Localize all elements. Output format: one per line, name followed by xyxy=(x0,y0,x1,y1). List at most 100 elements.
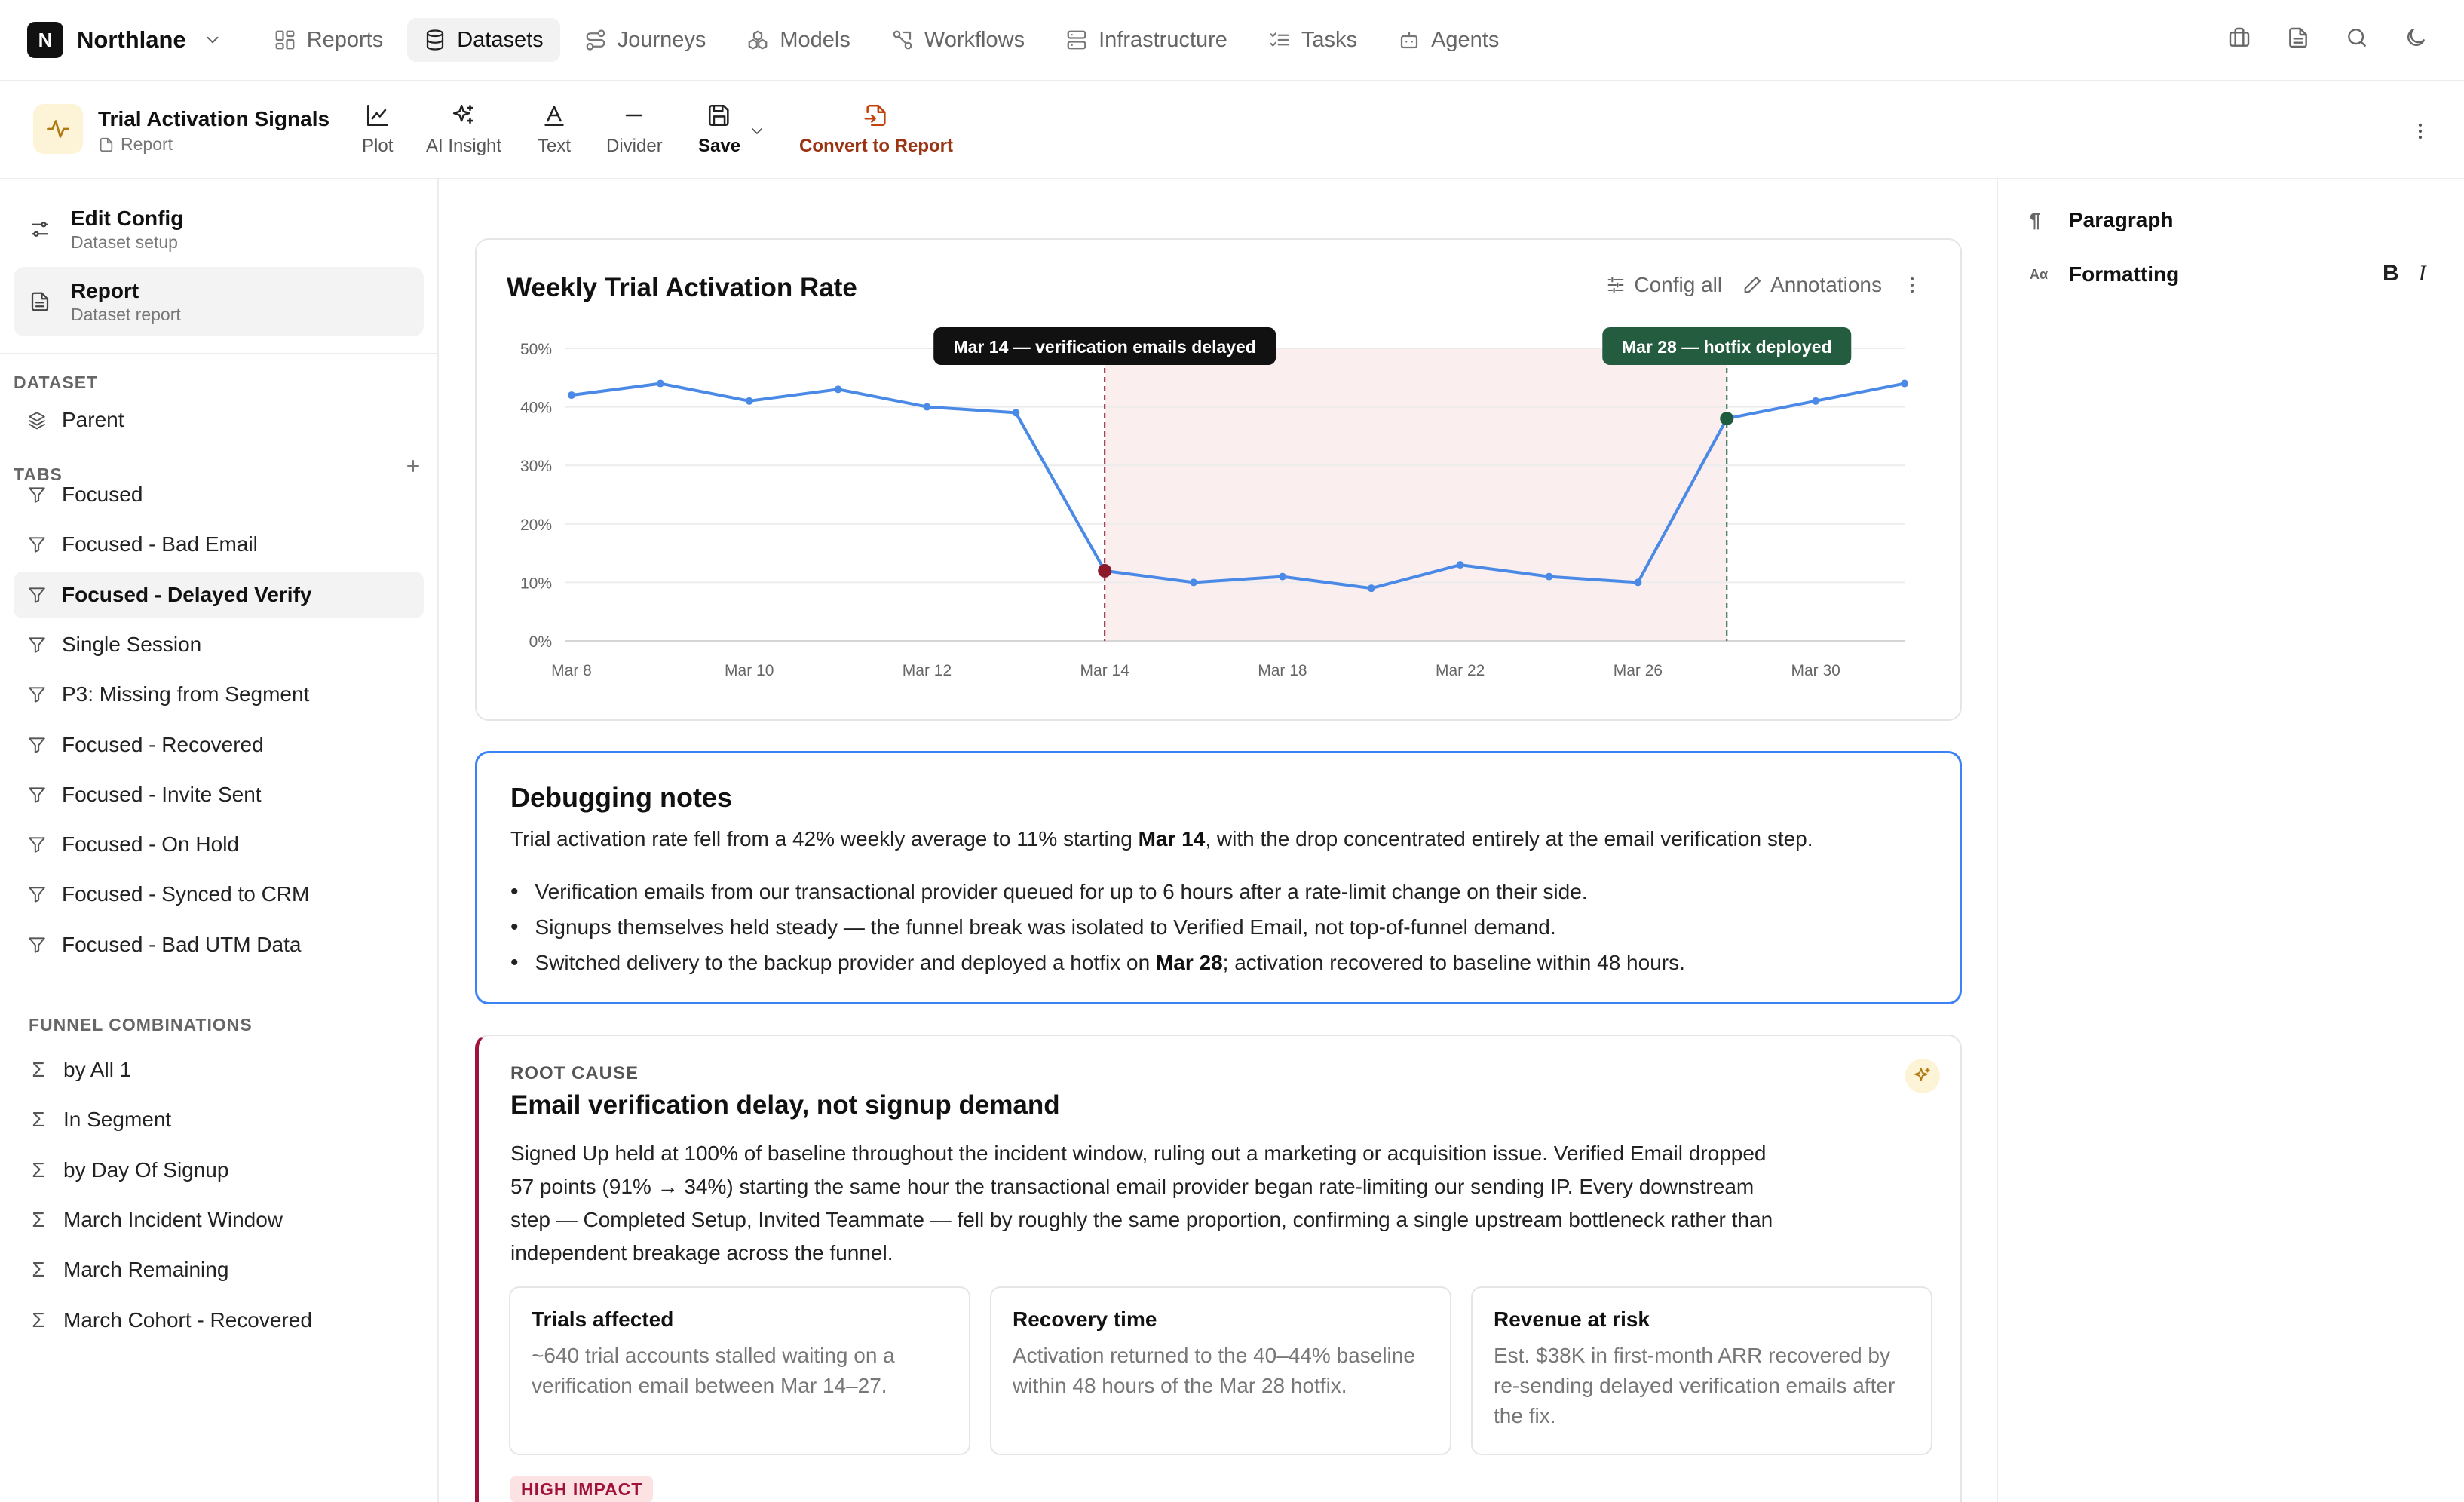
italic-button[interactable]: I xyxy=(2419,261,2426,287)
x-tick-label: Mar 12 xyxy=(903,662,952,679)
y-tick-label: 30% xyxy=(520,458,552,475)
nav-label: Agents xyxy=(1431,27,1500,52)
more-vertical-icon[interactable] xyxy=(2410,118,2431,145)
nav-label: Workflows xyxy=(924,27,1025,52)
nav-workflows[interactable]: Workflows xyxy=(875,18,1041,62)
add-plot-button[interactable]: Plot xyxy=(362,103,393,157)
bold-button[interactable]: B xyxy=(2383,261,2399,287)
chevron-down-icon xyxy=(203,30,222,50)
impact-badge: HIGH IMPACT xyxy=(510,1476,654,1502)
root-cause-insight-card: ROOT CAUSE Email verification delay, not… xyxy=(475,1035,1962,1502)
moon-icon[interactable] xyxy=(2404,26,2428,50)
sparkles-icon[interactable] xyxy=(1905,1059,1940,1093)
sidebar-item-label: by All 1 xyxy=(63,1058,132,1081)
nav-datasets[interactable]: Datasets xyxy=(407,18,560,62)
data-point xyxy=(1456,561,1464,569)
search-icon[interactable] xyxy=(2345,26,2369,50)
line-chart-icon xyxy=(365,103,391,128)
list-filter-icon xyxy=(1605,274,1626,296)
add-ai-insight-button[interactable]: AI Insight xyxy=(426,103,501,157)
sidebar-item-label: Focused - Delayed Verify xyxy=(62,583,312,606)
paragraph-style-row[interactable]: ¶ Paragraph xyxy=(2030,208,2174,232)
highlight-point xyxy=(1098,563,1112,578)
stat-title: Trials affected xyxy=(532,1307,674,1331)
document-icon[interactable] xyxy=(2286,26,2310,50)
sidebar-item-parent[interactable]: Parent xyxy=(14,397,424,443)
formatting-label: Formatting xyxy=(2069,262,2180,286)
nav-reports[interactable]: Reports xyxy=(257,18,400,62)
edit-config-item[interactable]: Edit Config Dataset setup xyxy=(14,195,424,264)
brand-logo: N xyxy=(27,22,63,58)
sidebar-funnel-item[interactable]: Σ March Remaining xyxy=(14,1246,424,1293)
save-button[interactable]: Save xyxy=(698,103,740,157)
sidebar-tab-item[interactable]: Focused - On Hold xyxy=(14,821,424,868)
sidebar-item-label: Focused - Invite Sent xyxy=(62,783,262,806)
report-toolbar: Trial Activation Signals Report Plot AI … xyxy=(0,81,2464,179)
annotation-label: Mar 14 — verification emails delayed xyxy=(953,337,1255,357)
sidebar-tab-item[interactable]: Single Session xyxy=(14,621,424,668)
report-item[interactable]: Report Dataset report xyxy=(14,267,424,336)
tool-label: Divider xyxy=(606,136,663,156)
y-tick-label: 40% xyxy=(520,400,552,417)
grid-icon xyxy=(274,29,296,51)
database-icon xyxy=(424,29,446,51)
line-chart: 0% 10% 20% 30% 40% 50% Mar 8 Mar 10 Mar 12 Mar 14… xyxy=(520,327,1908,679)
sliders-icon xyxy=(29,218,51,241)
x-tick-label: Mar 8 xyxy=(551,662,592,679)
chart-more-vertical-icon[interactable] xyxy=(1902,274,1923,296)
add-text-button[interactable]: Text xyxy=(538,103,571,157)
filter-icon xyxy=(27,535,47,554)
font-case-icon: Aα xyxy=(2030,266,2049,282)
add-divider-button[interactable]: Divider xyxy=(606,103,663,157)
sidebar-tab-item[interactable]: Focused - Invite Sent xyxy=(14,771,424,818)
debugging-notes-card[interactable]: Debugging notes Trial activation rate fe… xyxy=(475,751,1962,1004)
workflow-icon xyxy=(891,29,914,51)
sidebar-tab-item[interactable]: Focused - Bad UTM Data xyxy=(14,921,424,968)
sigma-icon: Σ xyxy=(32,1208,45,1231)
nav-agents[interactable]: Agents xyxy=(1381,18,1515,62)
sidebar-item-label: March Incident Window xyxy=(63,1208,283,1231)
sidebar-funnel-item[interactable]: Σby Day Of Signup xyxy=(14,1147,424,1194)
stat-body: Est. $38K in first-month ARR recovered b… xyxy=(1494,1344,1896,1427)
nav-tasks[interactable]: Tasks xyxy=(1252,18,1374,62)
report-title: Trial Activation Signals xyxy=(98,107,330,130)
sidebar-tab-item[interactable]: Focused - Bad Email xyxy=(14,521,424,568)
save-icon xyxy=(706,103,732,128)
nav-models[interactable]: Models xyxy=(730,18,867,62)
sidebar-item-label: Focused - Synced to CRM xyxy=(62,882,310,906)
stat-card-revenue-at-risk: Revenue at risk Est. $38K in first-month… xyxy=(1471,1286,1932,1455)
sidebar-funnel-item[interactable]: Σ In Segment xyxy=(14,1096,424,1143)
briefcase-icon[interactable] xyxy=(2227,26,2251,50)
save-options-chevron-icon[interactable] xyxy=(748,122,766,140)
incident-shaded-region xyxy=(1105,348,1727,641)
convert-to-report-button[interactable]: Convert to Report xyxy=(799,103,953,157)
sidebar-item-label: Focused - Bad UTM Data xyxy=(62,933,302,956)
nav-infrastructure[interactable]: Infrastructure xyxy=(1049,18,1244,62)
notes-bullet-list: Verification emails from our transaction… xyxy=(510,874,1685,980)
sidebar-funnel-item[interactable]: Σ March Cohort - Recovered xyxy=(14,1297,424,1344)
sigma-icon: Σ xyxy=(32,1108,45,1131)
stat-title: Recovery time xyxy=(1013,1307,1157,1331)
config-all-button[interactable]: Config all xyxy=(1605,273,1722,297)
tool-label: AI Insight xyxy=(426,136,502,156)
stat-title: Revenue at risk xyxy=(1494,1307,1650,1331)
annotations-button[interactable]: Annotations xyxy=(1742,273,1882,297)
y-tick-label: 50% xyxy=(520,341,552,358)
sidebar-tab-item[interactable]: P3: Missing from Segment xyxy=(14,671,424,718)
sidebar-tab-item[interactable]: Focused - Synced to CRM xyxy=(14,871,424,918)
insight-title: Email verification delay, not signup dem… xyxy=(510,1090,1060,1120)
sidebar-tab-item[interactable]: Focused - Delayed Verify xyxy=(14,572,424,618)
sidebar-tab-item[interactable]: Focused - Recovered xyxy=(14,722,424,768)
sidebar-funnel-item[interactable]: Σ March Incident Window xyxy=(14,1197,424,1243)
x-tick-label: Mar 18 xyxy=(1258,662,1307,679)
file-convert-icon xyxy=(863,103,889,128)
sidebar-item-label: Single Session xyxy=(62,633,202,656)
sidebar-item-label: Focused xyxy=(62,483,143,506)
tool-label: Convert to Report xyxy=(799,136,953,156)
formatting-row[interactable]: Aα Formatting xyxy=(2030,262,2179,287)
workspace-switcher[interactable]: N Northlane xyxy=(27,22,222,58)
sidebar-tab-item[interactable]: Focused xyxy=(14,471,424,518)
nav-journeys[interactable]: Journeys xyxy=(568,18,723,62)
data-point xyxy=(1545,572,1553,581)
sidebar-funnel-item[interactable]: Σby All 1 xyxy=(14,1047,424,1093)
